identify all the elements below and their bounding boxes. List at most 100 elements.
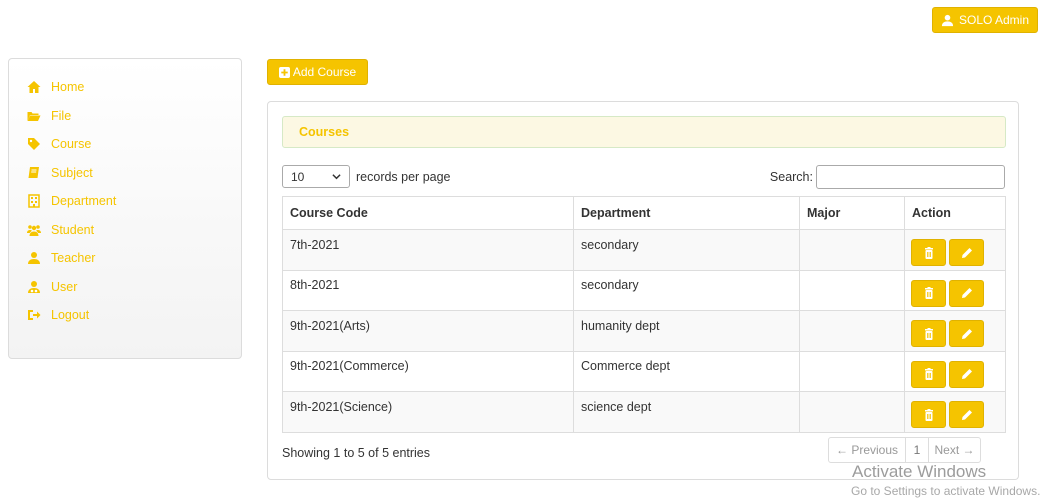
panel-title: Courses: [282, 116, 1006, 148]
trash-icon: [924, 368, 933, 381]
column-header-department[interactable]: Department: [573, 196, 800, 230]
sidebar-item-label: Teacher: [51, 251, 96, 266]
previous-page-button[interactable]: ← Previous: [828, 437, 906, 463]
delete-button[interactable]: [911, 239, 946, 267]
pencil-icon: [961, 288, 972, 299]
sidebar-item-label: File: [51, 108, 72, 123]
pagination: ← Previous 1 Next →: [828, 437, 981, 463]
search-input[interactable]: [816, 165, 1005, 189]
department-cell: Commerce dept: [573, 350, 800, 392]
table-row: 9th-2021(Science) science dept: [282, 391, 1006, 433]
sidebar-item-teacher[interactable]: Teacher: [9, 244, 241, 273]
sidebar-item-course[interactable]: Course: [9, 130, 241, 159]
edit-button[interactable]: [949, 239, 984, 267]
sidebar-item-home[interactable]: Home: [9, 73, 241, 102]
home-icon: [27, 81, 41, 94]
sidebar-item-label: Home: [51, 80, 85, 95]
column-header-action: Action: [904, 196, 1006, 230]
user-secret-icon: [28, 280, 40, 293]
delete-button[interactable]: [911, 320, 946, 348]
course-code-cell: 9th-2021(Science): [282, 391, 574, 433]
edit-button[interactable]: [949, 401, 984, 429]
plus-square-icon: [278, 66, 290, 78]
major-cell: [799, 391, 905, 433]
department-cell: humanity dept: [573, 310, 800, 352]
trash-icon: [924, 327, 933, 340]
records-per-page-control: 10 records per page: [282, 165, 451, 188]
department-cell: secondary: [573, 229, 800, 271]
trash-icon: [924, 287, 933, 300]
folder-open-icon: [27, 111, 41, 121]
department-cell: secondary: [573, 269, 800, 311]
records-per-page-label: records per page: [356, 169, 451, 184]
user-menu-label: SOLO Admin: [958, 13, 1030, 27]
delete-button[interactable]: [911, 401, 946, 429]
tag-icon: [28, 138, 40, 151]
trash-icon: [924, 408, 933, 421]
user-icon: [941, 14, 954, 26]
user-icon: [28, 252, 40, 265]
next-page-button[interactable]: Next →: [928, 437, 981, 463]
sidebar-item-label: Course: [51, 137, 92, 152]
major-cell: [799, 350, 905, 392]
book-icon: [28, 166, 39, 178]
records-per-page-select[interactable]: 10: [282, 165, 350, 188]
course-code-cell: 9th-2021(Arts): [282, 310, 574, 352]
sidebar-item-label: User: [51, 279, 78, 294]
action-cell: [904, 350, 1006, 392]
sidebar-item-label: Subject: [51, 165, 93, 180]
delete-button[interactable]: [911, 279, 946, 307]
search-label: Search:: [769, 170, 813, 184]
course-code-cell: 8th-2021: [282, 269, 574, 311]
trash-icon: [924, 246, 933, 259]
action-cell: [904, 269, 1006, 311]
column-header-major[interactable]: Major: [799, 196, 905, 230]
table-row: 7th-2021 secondary: [282, 229, 1006, 271]
delete-button[interactable]: [911, 360, 946, 388]
users-icon: [27, 224, 41, 236]
major-cell: [799, 229, 905, 271]
sidebar-item-logout[interactable]: Logout: [9, 301, 241, 330]
course-code-cell: 7th-2021: [282, 229, 574, 271]
windows-watermark-title: Activate Windows: [852, 462, 987, 481]
sidebar-nav: Home File Course Subject Department Stud…: [8, 58, 242, 359]
windows-watermark-subtitle: Go to Settings to activate Windows.: [851, 484, 1041, 498]
sidebar-item-file[interactable]: File: [9, 102, 241, 131]
sidebar-item-label: Logout: [51, 308, 90, 323]
sidebar-item-user[interactable]: User: [9, 273, 241, 302]
edit-button[interactable]: [949, 360, 984, 388]
sidebar-item-subject[interactable]: Subject: [9, 159, 241, 188]
major-cell: [799, 269, 905, 311]
logout-icon: [28, 310, 41, 321]
major-cell: [799, 310, 905, 352]
pencil-icon: [961, 409, 972, 420]
table-row: 8th-2021 secondary: [282, 269, 1006, 311]
user-menu-button[interactable]: SOLO Admin: [932, 7, 1038, 33]
page-number-button[interactable]: 1: [905, 437, 929, 463]
pencil-icon: [961, 247, 972, 258]
action-cell: [904, 310, 1006, 352]
edit-button[interactable]: [949, 279, 984, 307]
courses-panel: Courses 10 records per page Search: Cour…: [267, 101, 1019, 480]
add-course-button[interactable]: Add Course: [267, 59, 368, 85]
table-header-row: Course Code Department Major Action: [282, 196, 1006, 230]
search-control: Search:: [770, 165, 1005, 189]
add-course-label: Add Course: [292, 65, 357, 79]
edit-button[interactable]: [949, 320, 984, 348]
course-code-cell: 9th-2021(Commerce): [282, 350, 574, 392]
table-row: 9th-2021(Commerce) Commerce dept: [282, 350, 1006, 392]
table-row: 9th-2021(Arts) humanity dept: [282, 310, 1006, 352]
courses-table: Course Code Department Major Action 7th-…: [282, 196, 1006, 433]
sidebar-item-label: Department: [51, 194, 117, 209]
pencil-icon: [961, 328, 972, 339]
pencil-icon: [961, 369, 972, 380]
sidebar-item-label: Student: [51, 222, 95, 237]
sidebar-item-student[interactable]: Student: [9, 216, 241, 245]
chevron-down-icon: [332, 174, 341, 180]
building-icon: [28, 194, 40, 208]
column-header-course-code[interactable]: Course Code: [282, 196, 574, 230]
table-info: Showing 1 to 5 of 5 entries: [282, 446, 431, 460]
action-cell: [904, 391, 1006, 433]
sidebar-item-department[interactable]: Department: [9, 187, 241, 216]
action-cell: [904, 229, 1006, 271]
